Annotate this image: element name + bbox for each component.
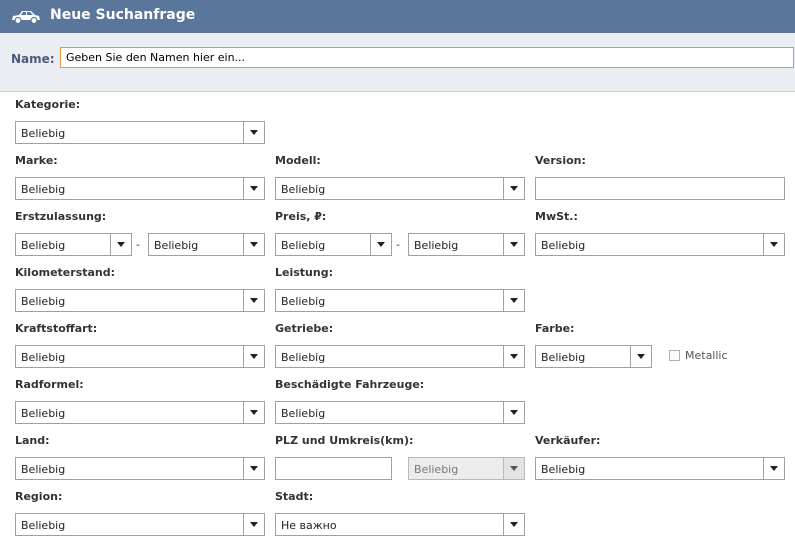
plz-input[interactable] (275, 457, 392, 480)
land-select[interactable]: Beliebig (15, 457, 265, 480)
umkreis-select: Beliebig (408, 457, 525, 480)
leistung-value: Beliebig (281, 295, 326, 308)
preis-label: Preis, ₽: (275, 210, 327, 223)
farbe-value: Beliebig (541, 351, 586, 364)
beschaedigte-select[interactable]: Beliebig (275, 401, 525, 424)
chevron-down-icon[interactable] (503, 514, 524, 535)
modell-select[interactable]: Beliebig (275, 177, 525, 200)
mwst-select[interactable]: Beliebig (535, 233, 785, 256)
beschaedigte-value: Beliebig (281, 407, 326, 420)
modell-label: Modell: (275, 154, 321, 167)
radformel-select[interactable]: Beliebig (15, 401, 265, 424)
preis-to-value: Beliebig (414, 239, 459, 252)
title-bar: Neue Suchanfrage (0, 0, 795, 33)
beschaedigte-label: Beschädigte Fahrzeuge: (275, 378, 425, 391)
name-label: Name: (11, 52, 55, 66)
version-label: Version: (535, 154, 586, 167)
chevron-down-icon[interactable] (243, 290, 264, 311)
chevron-down-icon[interactable] (243, 458, 264, 479)
kraftstoffart-value: Beliebig (21, 351, 66, 364)
getriebe-select[interactable]: Beliebig (275, 345, 525, 368)
chevron-down-icon[interactable] (243, 514, 264, 535)
erstzulassung-to-select[interactable]: Beliebig (148, 233, 265, 256)
kategorie-value: Beliebig (21, 127, 66, 140)
getriebe-value: Beliebig (281, 351, 326, 364)
chevron-down-icon[interactable] (503, 346, 524, 367)
car-icon (12, 11, 40, 24)
chevron-down-icon[interactable] (370, 234, 391, 255)
marke-label: Marke: (15, 154, 58, 167)
preis-to-select[interactable]: Beliebig (408, 233, 525, 256)
verkaeufer-value: Beliebig (541, 463, 586, 476)
kategorie-label: Kategorie: (15, 98, 81, 111)
stadt-label: Stadt: (275, 490, 314, 503)
kraftstoffart-select[interactable]: Beliebig (15, 345, 265, 368)
chevron-down-icon[interactable] (243, 178, 264, 199)
erstzulassung-to-value: Beliebig (154, 239, 199, 252)
stadt-value: Не важно (281, 519, 337, 532)
region-select[interactable]: Beliebig (15, 513, 265, 536)
radformel-label: Radformel: (15, 378, 84, 391)
land-value: Beliebig (21, 463, 66, 476)
marke-value: Beliebig (21, 183, 66, 196)
chevron-down-icon[interactable] (503, 234, 524, 255)
umkreis-value: Beliebig (414, 463, 459, 476)
chevron-down-icon[interactable] (243, 402, 264, 423)
leistung-label: Leistung: (275, 266, 333, 279)
radformel-value: Beliebig (21, 407, 66, 420)
erstzulassung-label: Erstzulassung: (15, 210, 107, 223)
kilometerstand-select[interactable]: Beliebig (15, 289, 265, 312)
erstzulassung-from-value: Beliebig (21, 239, 66, 252)
kilometerstand-value: Beliebig (21, 295, 66, 308)
version-input[interactable] (535, 177, 785, 200)
kategorie-select[interactable]: Beliebig (15, 121, 265, 144)
region-value: Beliebig (21, 519, 66, 532)
chevron-down-icon[interactable] (110, 234, 131, 255)
verkaeufer-label: Verkäufer: (535, 434, 601, 447)
chevron-down-icon[interactable] (503, 178, 524, 199)
chevron-down-icon[interactable] (503, 402, 524, 423)
verkaeufer-select[interactable]: Beliebig (535, 457, 785, 480)
region-label: Region: (15, 490, 63, 503)
marke-select[interactable]: Beliebig (15, 177, 265, 200)
preis-from-value: Beliebig (281, 239, 326, 252)
metallic-checkbox[interactable] (669, 350, 680, 361)
mwst-label: MwSt.: (535, 210, 578, 223)
chevron-down-icon[interactable] (763, 458, 784, 479)
preis-from-select[interactable]: Beliebig (275, 233, 392, 256)
farbe-select[interactable]: Beliebig (535, 345, 652, 368)
name-input[interactable]: Geben Sie den Namen hier ein... (60, 47, 794, 68)
stadt-select[interactable]: Не важно (275, 513, 525, 536)
kilometerstand-label: Kilometerstand: (15, 266, 116, 279)
chevron-down-icon[interactable] (630, 346, 651, 367)
getriebe-label: Getriebe: (275, 322, 334, 335)
chevron-down-icon[interactable] (243, 122, 264, 143)
plz-label: PLZ und Umkreis(km): (275, 434, 414, 447)
name-bar: Name: Geben Sie den Namen hier ein... (0, 33, 795, 92)
farbe-label: Farbe: (535, 322, 575, 335)
range-separator: - (136, 238, 140, 251)
modell-value: Beliebig (281, 183, 326, 196)
chevron-down-icon[interactable] (503, 290, 524, 311)
leistung-select[interactable]: Beliebig (275, 289, 525, 312)
mwst-value: Beliebig (541, 239, 586, 252)
kraftstoffart-label: Kraftstoffart: (15, 322, 98, 335)
chevron-down-icon (503, 458, 524, 479)
erstzulassung-from-select[interactable]: Beliebig (15, 233, 132, 256)
metallic-label: Metallic (685, 349, 728, 362)
chevron-down-icon[interactable] (763, 234, 784, 255)
land-label: Land: (15, 434, 50, 447)
chevron-down-icon[interactable] (243, 234, 264, 255)
page-title: Neue Suchanfrage (50, 7, 196, 23)
range-separator: - (396, 238, 400, 251)
chevron-down-icon[interactable] (243, 346, 264, 367)
